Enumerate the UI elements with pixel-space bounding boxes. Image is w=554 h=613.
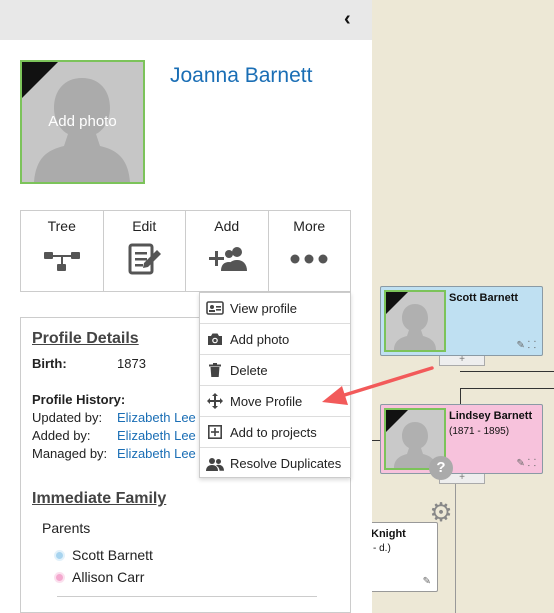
profile-details-title: Profile Details xyxy=(32,330,139,347)
more-button-label: More xyxy=(293,218,326,234)
move-icon xyxy=(200,393,230,409)
profile-history-title: Profile History: xyxy=(32,392,126,407)
camera-icon xyxy=(200,332,230,346)
birth-value: 1873 xyxy=(117,356,146,371)
menu-item-label: View profile xyxy=(230,300,297,316)
menu-item-label: Add photo xyxy=(230,331,290,347)
menu-item-add-photo[interactable]: Add photo xyxy=(200,324,350,355)
parents-label: Parents xyxy=(42,520,91,536)
managed-by-link[interactable]: Elizabeth Lee xyxy=(117,446,196,461)
menu-item-label: Delete xyxy=(230,362,268,378)
action-bar: Tree Edit Add More xyxy=(20,210,351,292)
updated-by-link[interactable]: Elizabeth Lee xyxy=(117,410,196,425)
profile-photo[interactable]: Add photo xyxy=(20,60,145,184)
question-icon[interactable]: ? xyxy=(429,456,453,480)
add-photo-label: Add photo xyxy=(48,113,117,130)
menu-item-label: Move Profile xyxy=(230,393,303,409)
expand-toggle[interactable]: + xyxy=(439,355,485,366)
added-by-link[interactable]: Elizabeth Lee xyxy=(117,428,196,443)
menu-item-move-profile[interactable]: Move Profile xyxy=(200,386,350,417)
node-dates: (1871 - 1895) xyxy=(449,426,510,437)
tree-icon xyxy=(21,241,103,277)
add-person-icon xyxy=(186,241,268,277)
node-dates: - d.) xyxy=(373,543,391,554)
edit-icon xyxy=(104,241,186,277)
parent-link-allison-carr[interactable]: Allison Carr xyxy=(72,569,144,585)
edit-button[interactable]: Edit xyxy=(104,211,186,291)
profile-name[interactable]: Joanna Barnett xyxy=(170,64,312,88)
more-dropdown-menu: View profile Add photo Delete Move Profi… xyxy=(199,292,351,478)
menu-item-add-to-projects[interactable]: Add to projects xyxy=(200,417,350,448)
divider xyxy=(57,596,317,597)
more-button[interactable]: More xyxy=(269,211,351,291)
node-edit-icons[interactable]: ✎ ⸬ xyxy=(517,337,536,351)
parent-link-scott-barnett[interactable]: Scott Barnett xyxy=(72,547,153,563)
menu-item-resolve-duplicates[interactable]: Resolve Duplicates xyxy=(200,448,350,479)
menu-item-view-profile[interactable]: View profile xyxy=(200,293,350,324)
menu-item-label: Add to projects xyxy=(230,424,317,440)
tree-node-scott-barnett[interactable]: Scott Barnett ✎ ⸬ + xyxy=(380,286,543,366)
menu-item-label: Resolve Duplicates xyxy=(230,456,342,471)
menu-item-delete[interactable]: Delete xyxy=(200,355,350,386)
node-name: Lindsey Barnett xyxy=(449,410,533,422)
plus-square-icon xyxy=(200,425,230,439)
add-button-label: Add xyxy=(214,218,240,234)
profile-panel: ‹ Add photo Joanna Barnett Tree Edit Add… xyxy=(0,0,372,613)
tree-connector xyxy=(460,388,554,389)
node-name: Scott Barnett xyxy=(449,292,519,304)
updated-by-label: Updated by: xyxy=(32,410,103,425)
trash-icon xyxy=(200,363,230,377)
tree-canvas[interactable]: Scott Barnett ✎ ⸬ + Lindsey Barnett (187… xyxy=(362,0,554,613)
collapse-panel-button[interactable]: ‹ xyxy=(344,8,351,31)
node-edit-icons[interactable]: ✎ ⸬ xyxy=(517,455,536,469)
tree-button[interactable]: Tree xyxy=(21,211,104,291)
tree-node-knight[interactable]: Knight - d.) ✎ xyxy=(362,522,438,592)
mourning-ribbon xyxy=(22,62,58,98)
immediate-family-title: Immediate Family xyxy=(32,490,167,507)
managed-by-label: Managed by: xyxy=(32,446,108,461)
people-icon xyxy=(200,457,230,471)
mourning-ribbon xyxy=(386,292,408,314)
node-edit-icons[interactable]: ✎ xyxy=(423,576,431,587)
tree-button-label: Tree xyxy=(47,218,76,234)
panel-header: ‹ xyxy=(0,0,372,40)
add-button[interactable]: Add xyxy=(186,211,269,291)
added-by-label: Added by: xyxy=(32,428,91,443)
birth-label: Birth: xyxy=(32,356,67,371)
tree-node-lindsey-barnett[interactable]: Lindsey Barnett (1871 - 1895) ✎ ⸬ + xyxy=(380,404,543,484)
parent-gender-dot xyxy=(54,550,65,561)
parent-gender-dot xyxy=(54,572,65,583)
tree-connector xyxy=(455,480,456,613)
person-thumbnail xyxy=(384,290,446,352)
tree-connector xyxy=(460,371,554,372)
node-name: Knight xyxy=(371,528,406,540)
mourning-ribbon xyxy=(386,410,408,432)
edit-button-label: Edit xyxy=(132,218,157,234)
id-card-icon xyxy=(200,301,230,315)
more-icon xyxy=(269,241,351,277)
